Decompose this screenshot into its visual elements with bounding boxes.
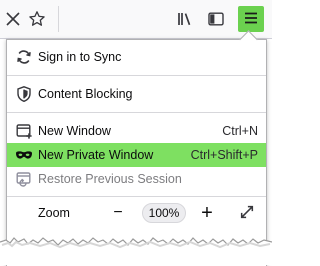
zoom-controls: Zoom − 100% + [7, 200, 266, 226]
toolbar [0, 0, 272, 39]
private-mask-icon [15, 146, 33, 164]
divider [7, 196, 266, 197]
restore-session-icon [15, 170, 33, 188]
new-window-icon [15, 122, 33, 140]
divider [7, 75, 266, 76]
close-icon[interactable] [0, 6, 26, 32]
zoom-in-button[interactable]: + [196, 202, 218, 224]
torn-edge [0, 237, 272, 265]
content-blocking-label: Content Blocking [38, 87, 133, 101]
fullscreen-icon [239, 204, 255, 223]
hamburger-menu-button[interactable] [238, 6, 264, 32]
new-private-window-label: New Private Window [38, 148, 154, 162]
sign-in-to-sync-item[interactable]: Sign in to Sync [7, 45, 266, 69]
zoom-reset-button[interactable]: 100% [142, 203, 186, 223]
zoom-label: Zoom [38, 206, 70, 220]
new-window-label: New Window [38, 124, 111, 138]
new-private-window-shortcut: Ctrl+Shift+P [190, 148, 258, 162]
sync-icon [15, 48, 33, 66]
hamburger-menu-icon [242, 9, 260, 30]
restore-previous-session-label: Restore Previous Session [38, 172, 182, 186]
new-window-item[interactable]: New Window Ctrl+N [7, 119, 266, 143]
toolbar-separator [58, 6, 59, 32]
sidebar-icon[interactable] [203, 6, 229, 32]
library-icon[interactable] [172, 6, 198, 32]
zoom-out-button[interactable]: − [107, 202, 129, 224]
content-blocking-item[interactable]: Content Blocking [7, 82, 266, 106]
fullscreen-button[interactable] [236, 202, 258, 224]
star-icon[interactable] [24, 6, 50, 32]
new-private-window-item[interactable]: New Private Window Ctrl+Shift+P [7, 143, 266, 167]
new-window-shortcut: Ctrl+N [222, 124, 258, 138]
restore-previous-session-item[interactable]: Restore Previous Session [7, 167, 266, 191]
shield-icon [15, 85, 33, 103]
sign-in-to-sync-label: Sign in to Sync [38, 50, 122, 64]
divider [7, 112, 266, 113]
